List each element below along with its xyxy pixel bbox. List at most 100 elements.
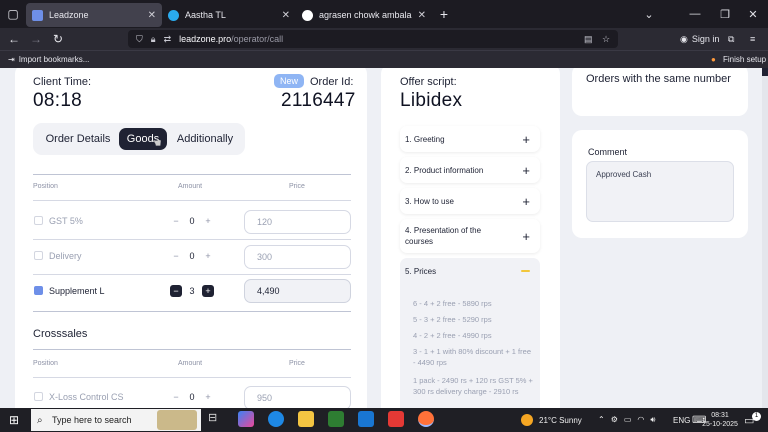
telegram-favicon-icon: [168, 9, 179, 21]
price-line: 1 pack - 2490 rs + 120 rs GST 5% + 300 r…: [413, 376, 533, 396]
goods-checkbox[interactable]: [34, 392, 43, 401]
plus-icon: +: [522, 162, 530, 178]
language-indicator[interactable]: ENG: [673, 408, 690, 432]
script-item-label: 3. How to use: [405, 196, 454, 206]
script-item-label: 5. Prices: [405, 266, 437, 276]
close-window-icon[interactable]: ✕: [738, 0, 768, 28]
close-tab-icon[interactable]: ✕: [282, 10, 290, 21]
script-item-label: 1. Greeting: [405, 134, 445, 144]
taskbar-search-text: Type here to search: [52, 415, 132, 425]
page-icon: ⇄: [163, 33, 172, 44]
script-item-greeting[interactable]: 1. Greeting +: [400, 126, 540, 152]
goods-checkbox[interactable]: [34, 216, 43, 225]
minimize-icon[interactable]: —: [680, 0, 710, 28]
finish-setup-link[interactable]: Finish setup: [723, 55, 766, 64]
quantity-value: 0: [189, 392, 195, 402]
order-id: 2116447: [281, 90, 356, 111]
bookmark-star-icon[interactable]: ☆: [602, 34, 610, 45]
price-line: 6 - 4 + 2 free - 5890 rps: [413, 299, 492, 308]
divider: [33, 174, 351, 175]
new-tab-icon[interactable]: +: [432, 6, 456, 22]
plus-icon[interactable]: +: [202, 391, 214, 403]
firefox-taskbar-icon[interactable]: [418, 411, 434, 427]
shield-icon[interactable]: ⛉: [136, 34, 143, 45]
taskbar-search[interactable]: ⌕ Type here to search: [31, 409, 201, 431]
clock[interactable]: 08:31 25-10-2025: [700, 408, 740, 432]
quantity-stepper: − 0 +: [170, 214, 214, 228]
url-path: /operator/call: [231, 34, 284, 44]
tab-title: Aastha TL: [185, 10, 226, 20]
menu-icon[interactable]: ≡: [750, 28, 755, 50]
windows-start-icon[interactable]: ⊞: [9, 413, 19, 427]
reload-icon[interactable]: ↻: [47, 28, 69, 50]
goods-checkbox[interactable]: [34, 251, 43, 260]
same-number-card: Orders with the same number: [572, 68, 748, 116]
price-input[interactable]: 4,490: [244, 279, 351, 303]
tab-overflow-icon[interactable]: ⌄: [634, 0, 664, 28]
tab-list-icon[interactable]: ▢: [0, 0, 26, 28]
plus-icon[interactable]: +: [202, 215, 214, 227]
price-input[interactable]: 300: [244, 245, 351, 269]
address-bar[interactable]: ⛉ 🔒︎ ⇄ leadzone.pro/operator/call ▤ ☆: [128, 30, 618, 48]
file-explorer-icon[interactable]: [298, 411, 314, 427]
minus-icon[interactable]: −: [170, 391, 182, 403]
lock-icon[interactable]: 🔒︎: [151, 34, 156, 45]
goods-name: Supplement L: [49, 286, 105, 296]
order-id-label: Order Id:: [310, 76, 354, 88]
comment-textarea[interactable]: Approved Cash: [586, 161, 734, 222]
outlook-icon[interactable]: [358, 411, 374, 427]
store-icon[interactable]: [328, 411, 344, 427]
goods-checkbox-checked[interactable]: [34, 286, 43, 295]
plus-icon[interactable]: +: [202, 250, 214, 262]
edge-icon[interactable]: [268, 411, 284, 427]
page-content: Client Time: 08:18 New Order Id: 2116447…: [0, 68, 768, 408]
prices-panel: 6 - 4 + 2 free - 5890 rps 5 - 3 + 2 free…: [400, 284, 540, 408]
weather-widget[interactable]: 21°C Sunny: [521, 408, 582, 432]
tab-leadzone[interactable]: Leadzone ✕: [26, 3, 162, 27]
new-badge: New: [274, 74, 305, 88]
tab-title: Leadzone: [49, 10, 89, 20]
tab-order-details[interactable]: Order Details: [39, 128, 117, 150]
price-input[interactable]: 120: [244, 210, 351, 234]
close-tab-icon[interactable]: ✕: [148, 10, 156, 21]
import-bookmarks-link[interactable]: Import bookmarks...: [19, 55, 90, 64]
copilot-icon[interactable]: [238, 411, 254, 427]
script-item-how-to-use[interactable]: 3. How to use +: [400, 188, 540, 214]
sun-icon: [521, 414, 533, 426]
close-tab-icon[interactable]: ✕: [418, 10, 426, 21]
divider: [33, 311, 351, 312]
system-tray-icons[interactable]: ⌃⚙▭◠🔊︎: [598, 408, 661, 432]
price-input[interactable]: 950: [244, 386, 351, 408]
forward-icon[interactable]: →: [25, 28, 47, 50]
extensions-icon[interactable]: ⧉: [728, 28, 734, 50]
page-scrollbar[interactable]: [762, 68, 768, 408]
url-host: leadzone.pro: [179, 34, 232, 44]
plus-icon[interactable]: +: [201, 285, 214, 297]
back-icon[interactable]: ←: [3, 28, 25, 50]
plus-icon: +: [522, 131, 530, 147]
reader-view-icon[interactable]: ▤: [584, 34, 593, 45]
clock-time: 08:31: [711, 412, 729, 419]
divider: [33, 377, 351, 378]
tab-aastha[interactable]: Aastha TL ✕: [162, 3, 296, 27]
task-view-icon[interactable]: ⊟: [208, 411, 224, 427]
minus-icon[interactable]: −: [170, 215, 182, 227]
sign-in-button[interactable]: ◉ Sign in: [680, 28, 719, 50]
tab-google[interactable]: agrasen chowk ambala city - Go ✕: [296, 3, 432, 27]
minus-icon[interactable]: −: [170, 250, 182, 262]
sign-in-label: Sign in: [691, 34, 720, 44]
script-item-label: 2. Product information: [405, 165, 484, 175]
client-time: 08:18: [33, 90, 83, 111]
divider: [33, 239, 351, 240]
tab-additionally[interactable]: Additionally: [171, 128, 239, 150]
minus-icon[interactable]: −: [170, 285, 182, 297]
search-icon: ⌕: [37, 414, 43, 426]
script-item-prices[interactable]: 5. Prices: [400, 258, 540, 284]
scrollbar-thumb[interactable]: [762, 68, 768, 76]
script-item-product-info[interactable]: 2. Product information +: [400, 157, 540, 183]
restore-icon[interactable]: ❐: [710, 0, 740, 28]
script-item-presentation[interactable]: 4. Presentation of the courses +: [400, 219, 540, 253]
youtube-icon[interactable]: [388, 411, 404, 427]
col-position: Position: [33, 360, 58, 367]
price-line: 3 - 1 + 1 with 80% discount + 1 free - 4…: [413, 347, 531, 367]
